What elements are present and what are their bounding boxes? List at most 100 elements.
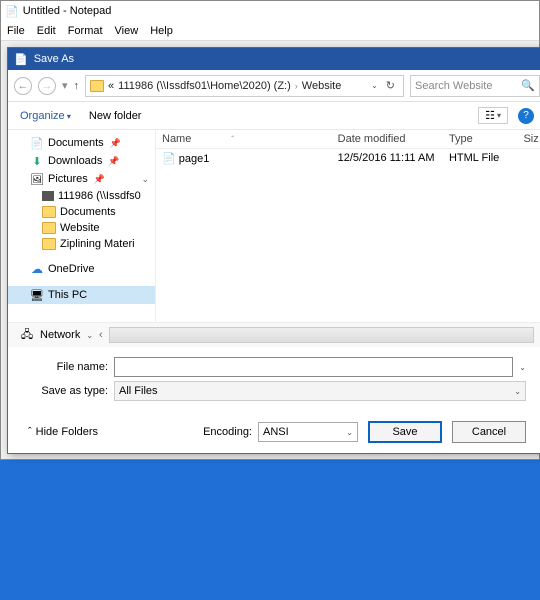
notepad-menubar: File Edit Format View Help	[1, 21, 539, 41]
hide-folders-button[interactable]: ˆ Hide Folders	[28, 426, 98, 438]
col-type[interactable]: Type	[443, 133, 518, 145]
tree-item[interactable]: Downloads 📌	[8, 152, 155, 170]
doc-icon	[30, 136, 44, 150]
encoding-value: ANSI	[263, 426, 289, 438]
chevron-up-icon: ˆ	[28, 426, 32, 438]
nav-tree: Documents📌 Downloads 📌 Pictures 📌 ⌄111986 (\\…	[8, 130, 156, 322]
up-button[interactable]: ↑	[74, 80, 80, 92]
dialog-icon: 📄	[14, 53, 28, 66]
file-type: HTML File	[443, 152, 518, 165]
notepad-titlebar: 📄 Untitled - Notepad	[1, 1, 539, 21]
tree-item-label: 111986 (\\Issdfs0	[58, 190, 141, 202]
tree-item[interactable]: Documents	[8, 204, 155, 220]
network-row: Network ⌄ ‹	[8, 322, 540, 347]
pic-icon	[30, 172, 44, 186]
column-headers: Nameˆ Date modified Type Siz	[156, 130, 540, 149]
net-icon	[42, 191, 54, 201]
dialog-title: Save As	[34, 53, 74, 65]
file-name: page1	[179, 153, 210, 165]
pc-icon	[30, 288, 44, 302]
view-mode-button[interactable]: ☷▾	[478, 107, 508, 124]
filename-dropdown-icon[interactable]: ⌄	[519, 363, 526, 372]
fld-icon	[42, 238, 56, 250]
file-date: 12/5/2016 11:11 AM	[332, 152, 443, 165]
save-type-label: Save as type:	[28, 385, 108, 397]
menu-edit[interactable]: Edit	[37, 25, 56, 37]
scroll-track[interactable]	[109, 327, 534, 343]
breadcrumb-prefix: «	[108, 80, 114, 92]
forward-button[interactable]: →	[38, 77, 56, 95]
menu-format[interactable]: Format	[68, 25, 103, 37]
chevron-right-icon: ›	[295, 81, 298, 91]
cancel-button[interactable]: Cancel	[452, 421, 526, 443]
sort-indicator-icon: ˆ	[231, 135, 234, 144]
col-size[interactable]: Siz	[517, 133, 540, 145]
bottom-bar: ˆ Hide Folders Encoding: ANSI ⌄ Save Can…	[8, 411, 540, 453]
tree-item-label: Documents	[48, 137, 104, 149]
dialog-body: Documents📌 Downloads 📌 Pictures 📌 ⌄111986 (\\…	[8, 130, 540, 322]
encoding-select[interactable]: ANSI ⌄	[258, 422, 358, 442]
search-icon: 🔍	[521, 79, 535, 92]
col-name[interactable]: Nameˆ	[156, 133, 332, 145]
tree-item-label: Pictures	[48, 173, 88, 185]
refresh-icon[interactable]: ↻	[386, 79, 395, 92]
form-area: File name: ⌄ Save as type: All Files ⌄	[8, 347, 540, 411]
tree-item-label: Downloads	[48, 155, 102, 167]
tree-item[interactable]: OneDrive	[8, 260, 155, 278]
file-row[interactable]: 📄 page1 12/5/2016 11:11 AMHTML File	[156, 149, 540, 168]
tree-item-label: OneDrive	[48, 263, 94, 275]
save-type-value: All Files	[119, 385, 158, 397]
dialog-titlebar: 📄 Save As	[8, 48, 540, 70]
tree-item-label: Website	[60, 222, 100, 234]
notepad-window: 📄 Untitled - Notepad File Edit Format Vi…	[0, 0, 540, 460]
tree-item-label: Ziplining Materi	[60, 238, 135, 250]
recent-dropdown-icon[interactable]: ▾	[62, 79, 68, 92]
toolbar: Organize New folder ☷▾ ?	[8, 102, 540, 130]
notepad-title: Untitled - Notepad	[23, 5, 112, 17]
pin-icon: 📌	[94, 174, 105, 185]
tree-item[interactable]: Website	[8, 220, 155, 236]
new-folder-button[interactable]: New folder	[89, 110, 142, 122]
address-dropdown-icon[interactable]: ⌄	[371, 81, 378, 90]
save-type-select[interactable]: All Files ⌄	[114, 381, 526, 401]
network-icon	[20, 328, 34, 342]
expand-icon[interactable]: ⌄	[141, 174, 149, 185]
dl-icon	[30, 154, 44, 168]
menu-view[interactable]: View	[115, 25, 139, 37]
breadcrumb-seg1[interactable]: 111986 (\\Issdfs01\Home\2020) (Z:)	[118, 80, 291, 92]
address-bar[interactable]: « 111986 (\\Issdfs01\Home\2020) (Z:) › W…	[85, 75, 404, 97]
chevron-left-icon[interactable]: ‹	[99, 329, 103, 341]
file-icon: 📄	[162, 153, 176, 165]
search-placeholder: Search Website	[415, 80, 492, 92]
encoding-label: Encoding:	[203, 426, 252, 438]
save-button[interactable]: Save	[368, 421, 442, 443]
folder-icon	[90, 80, 104, 92]
fld-icon	[42, 206, 56, 218]
file-name-input[interactable]	[114, 357, 513, 377]
tree-item[interactable]: This PC	[8, 286, 155, 304]
back-button[interactable]: ←	[14, 77, 32, 95]
pin-icon: 📌	[108, 156, 119, 167]
notepad-icon: 📄	[5, 5, 19, 18]
chevron-down-icon[interactable]: ⌄	[86, 331, 93, 340]
tree-item[interactable]: Pictures 📌 ⌄	[8, 170, 155, 188]
od-icon	[30, 262, 44, 276]
tree-item[interactable]: Documents📌	[8, 134, 155, 152]
tree-item[interactable]: 111986 (\\Issdfs0	[8, 188, 155, 204]
fld-icon	[42, 222, 56, 234]
network-label[interactable]: Network	[40, 329, 80, 341]
organize-button[interactable]: Organize	[20, 110, 71, 122]
col-date[interactable]: Date modified	[332, 133, 443, 145]
breadcrumb-seg2[interactable]: Website	[302, 80, 342, 92]
help-button[interactable]: ?	[518, 108, 534, 124]
search-input[interactable]: Search Website 🔍	[410, 75, 540, 97]
address-row: ← → ▾ ↑ « 111986 (\\Issdfs01\Home\2020) …	[8, 70, 540, 102]
menu-help[interactable]: Help	[150, 25, 173, 37]
view-icon: ☷	[485, 109, 495, 122]
save-as-dialog: 📄 Save As ← → ▾ ↑ « 111986 (\\Issdfs01\H…	[7, 47, 540, 454]
savetype-dropdown-icon: ⌄	[514, 387, 521, 396]
tree-item-label: This PC	[48, 289, 87, 301]
menu-file[interactable]: File	[7, 25, 25, 37]
tree-item-label: Documents	[60, 206, 116, 218]
tree-item[interactable]: Ziplining Materi	[8, 236, 155, 252]
